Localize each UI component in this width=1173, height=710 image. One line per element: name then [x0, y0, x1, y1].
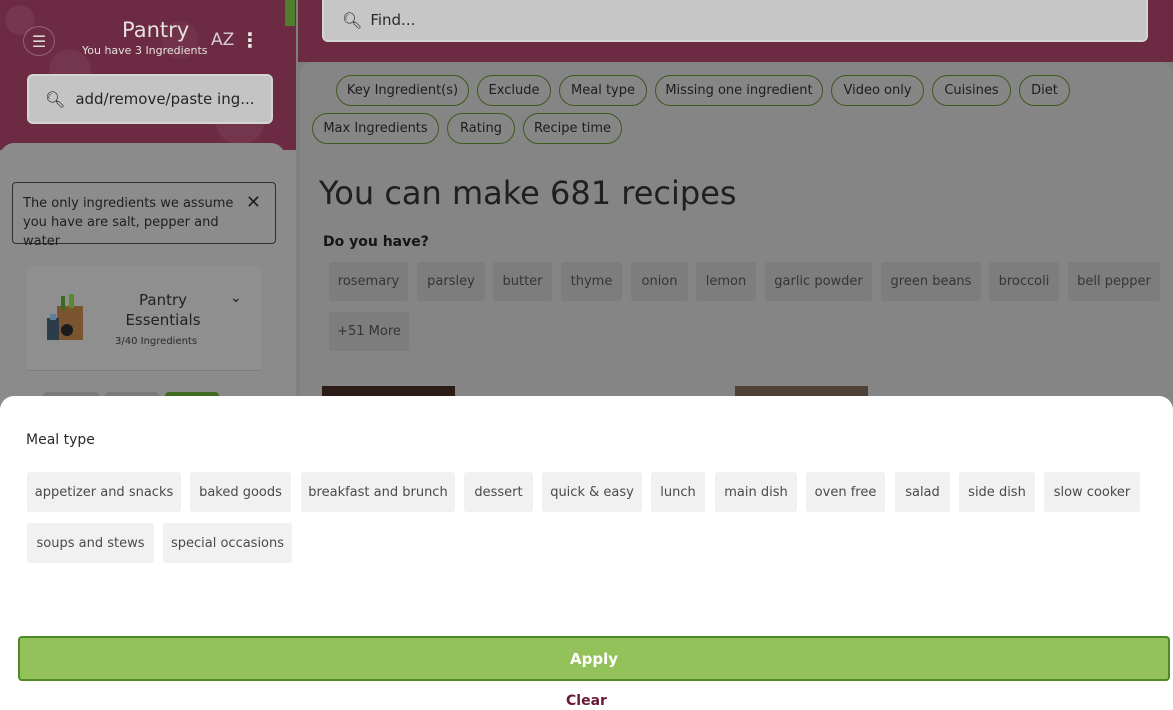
- suggestion-chip[interactable]: broccoli: [989, 262, 1059, 301]
- app-root: ☰ Pantry You have 3 Ingredients AZ ⋮ 🔍︎ …: [0, 0, 1173, 710]
- meal-type-option[interactable]: appetizer and snacks: [27, 472, 181, 512]
- sheet-title: Meal type: [26, 432, 95, 448]
- more-options-icon[interactable]: ⋮: [240, 28, 260, 52]
- meal-type-option[interactable]: slow cooker: [1044, 472, 1140, 512]
- menu-icon[interactable]: ☰: [23, 26, 55, 56]
- suggestion-chip[interactable]: onion: [631, 262, 688, 301]
- close-icon[interactable]: ✕: [246, 193, 261, 212]
- meal-type-option[interactable]: lunch: [651, 472, 705, 512]
- grocery-bag-icon: [47, 294, 83, 340]
- pantry-subtitle: You have 3 Ingredients: [82, 44, 208, 57]
- filter-cuisines[interactable]: Cuisines: [932, 75, 1011, 106]
- meal-type-option[interactable]: main dish: [715, 472, 797, 512]
- recipe-search-placeholder: Find...: [370, 11, 416, 29]
- sort-icon[interactable]: AZ: [211, 30, 234, 50]
- divider: [27, 370, 261, 371]
- search-icon: 🔍︎: [45, 89, 66, 109]
- more-suggestions-button[interactable]: +51 More: [329, 312, 409, 351]
- suggestion-chip[interactable]: rosemary: [329, 262, 408, 301]
- filter-exclude[interactable]: Exclude: [477, 75, 551, 106]
- meal-type-option[interactable]: quick & easy: [542, 472, 642, 512]
- clear-button[interactable]: Clear: [0, 693, 1173, 709]
- meal-type-option[interactable]: dessert: [464, 472, 533, 512]
- meal-type-option[interactable]: baked goods: [190, 472, 291, 512]
- category-count: 3/40 Ingredients: [115, 336, 198, 347]
- filter-meal-type[interactable]: Meal type: [559, 75, 647, 106]
- suggestion-chip[interactable]: butter: [493, 262, 552, 301]
- meal-type-option[interactable]: special occasions: [163, 523, 292, 563]
- assumption-notice: The only ingredients we assume you have …: [12, 182, 276, 249]
- recipe-count-headline: You can make 681 recipes: [319, 174, 737, 212]
- pantry-category-card[interactable]: Pantry Essentials ⌄ 3/40 Ingredients: [27, 266, 261, 372]
- filter-diet[interactable]: Diet: [1019, 75, 1070, 106]
- suggestion-chip[interactable]: parsley: [417, 262, 485, 301]
- apply-button[interactable]: Apply: [18, 636, 1170, 681]
- meal-type-option[interactable]: oven free: [806, 472, 885, 512]
- search-icon: 🔍︎: [342, 10, 363, 30]
- recipe-search-input[interactable]: 🔍︎ Find...: [322, 0, 1148, 42]
- suggestion-chip[interactable]: garlic powder: [765, 262, 872, 301]
- chevron-down-icon[interactable]: ⌄: [230, 290, 242, 306]
- do-you-have-label: Do you have?: [323, 234, 429, 250]
- suggestion-chip[interactable]: thyme: [561, 262, 622, 301]
- filter-recipe-time[interactable]: Recipe time: [523, 113, 622, 144]
- pantry-title: Pantry: [122, 18, 190, 42]
- notice-text: The only ingredients we assume you have …: [23, 196, 234, 249]
- meal-type-option[interactable]: salad: [895, 472, 950, 512]
- filter-key-ingredients[interactable]: Key Ingredient(s): [336, 75, 469, 106]
- suggestion-chip[interactable]: green beans: [881, 262, 981, 301]
- filter-missing-one[interactable]: Missing one ingredient: [655, 75, 823, 106]
- filter-max-ingredients[interactable]: Max Ingredients: [312, 113, 439, 144]
- scroll-accent: [285, 0, 295, 26]
- filter-rating[interactable]: Rating: [447, 113, 515, 144]
- suggestion-chip[interactable]: lemon: [696, 262, 756, 301]
- meal-type-option[interactable]: soups and stews: [27, 523, 154, 563]
- meal-type-option[interactable]: breakfast and brunch: [301, 472, 455, 512]
- category-title: Pantry Essentials: [125, 291, 201, 329]
- ingredient-search-placeholder: add/remove/paste ing...: [75, 90, 255, 108]
- ingredient-search-input[interactable]: 🔍︎ add/remove/paste ing...: [27, 74, 273, 124]
- filter-video-only[interactable]: Video only: [831, 75, 924, 106]
- suggestion-chip[interactable]: bell pepper: [1068, 262, 1160, 301]
- meal-type-option[interactable]: side dish: [959, 472, 1035, 512]
